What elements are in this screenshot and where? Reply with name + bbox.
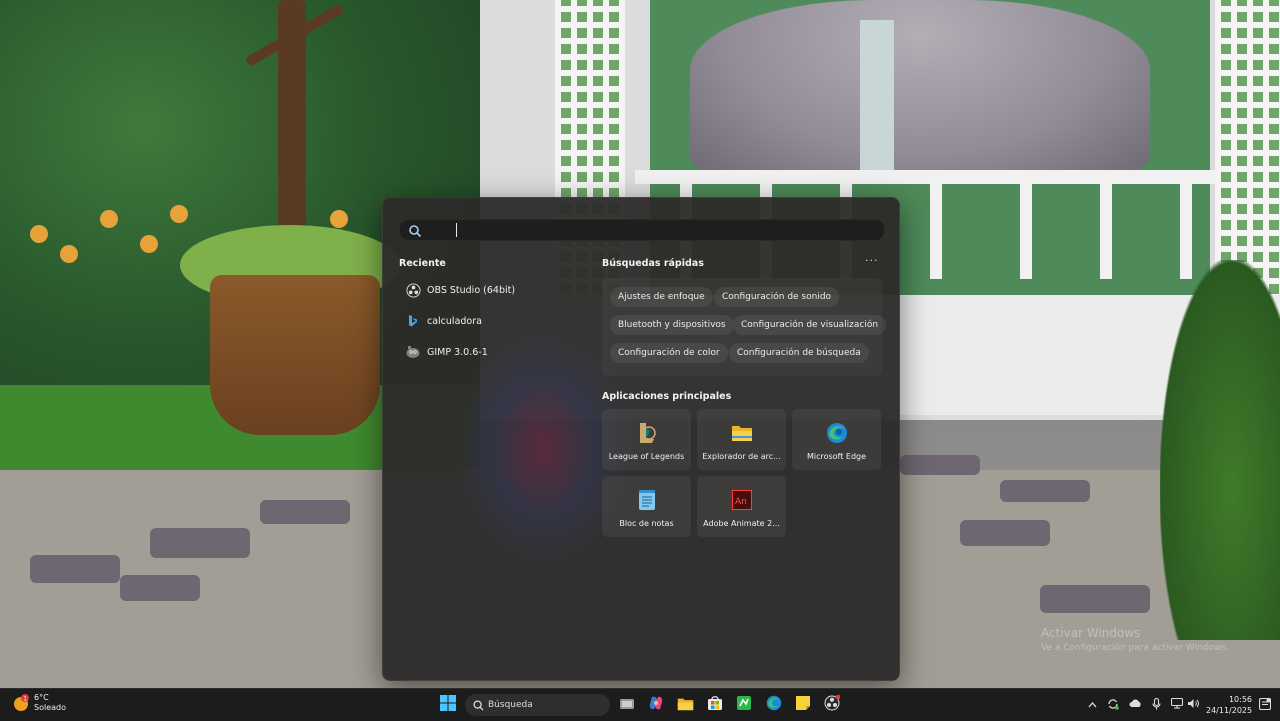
top-apps-title: Aplicaciones principales (602, 391, 732, 402)
edge-icon (766, 695, 782, 715)
app-tile-adobe-animate[interactable]: An Adobe Animate 2... (697, 476, 786, 537)
start-button[interactable] (436, 693, 460, 717)
recent-item-label: OBS Studio (64bit) (427, 284, 516, 296)
league-of-legends-icon (636, 422, 658, 444)
chip-ajustes-de-enfoque[interactable]: Ajustes de enfoque (610, 287, 713, 307)
notepad-icon (636, 489, 658, 511)
cloud-icon (1129, 699, 1142, 711)
speaker-icon (1187, 698, 1200, 712)
adobe-animate-icon: An (731, 489, 753, 511)
copilot-icon (648, 695, 664, 715)
app-tile-label: Explorador de arc... (702, 452, 781, 461)
clock[interactable]: 10:56 24/11/2025 (1206, 694, 1252, 716)
chip-configuracion-de-sonido[interactable]: Configuración de sonido (714, 287, 840, 307)
copilot-button[interactable] (644, 693, 668, 717)
search-input[interactable] (460, 221, 870, 237)
sticky-notes-icon (795, 695, 811, 715)
chip-configuracion-de-visualizacion[interactable]: Configuración de visualización (733, 315, 887, 335)
chip-configuracion-de-color[interactable]: Configuración de color (610, 343, 728, 363)
app-tile-league-of-legends[interactable]: League of Legends (602, 409, 691, 470)
recent-item-obs[interactable]: OBS Studio (64bit) (405, 279, 585, 301)
app-tile-label: Bloc de notas (619, 519, 674, 528)
svg-text:An: An (735, 497, 747, 507)
clock-time: 10:56 (1228, 695, 1252, 704)
weather-sun-icon: 1 (12, 694, 30, 712)
taskbar-search[interactable]: Búsqueda (465, 694, 610, 716)
show-hidden-icons-button[interactable] (1083, 694, 1101, 716)
sticky-notes-button[interactable] (791, 693, 815, 717)
task-view-icon (619, 696, 635, 715)
gimp-icon (405, 344, 421, 360)
watermark-subtitle: Ve a Configuración para activar Windows. (1041, 643, 1229, 653)
app-tile-microsoft-edge[interactable]: Microsoft Edge (792, 409, 881, 470)
notifications-button[interactable] (1256, 694, 1274, 716)
app-tile-file-explorer[interactable]: Explorador de arc... (697, 409, 786, 470)
taskbar-search-label: Búsqueda (488, 700, 533, 710)
quick-searches-container: Ajustes de enfoque Configuración de soni… (602, 278, 887, 376)
obs-icon (405, 282, 421, 298)
search-icon (473, 699, 484, 711)
chip-configuracion-de-busqueda[interactable]: Configuración de búsqueda (729, 343, 869, 363)
file-explorer-icon (677, 696, 694, 715)
taskbar: 1 6°C Soleado Búsqueda 10:56 24/11/2025 (0, 688, 1280, 721)
edge-icon (826, 422, 848, 444)
bing-icon (405, 313, 421, 329)
clock-date: 24/11/2025 (1206, 706, 1253, 715)
text-caret (456, 223, 457, 237)
weather-condition: Soleado (34, 703, 66, 712)
app-tile-notepad[interactable]: Bloc de notas (602, 476, 691, 537)
file-explorer-taskbar-button[interactable] (673, 693, 697, 717)
recent-item-label: GIMP 3.0.6-1 (427, 346, 488, 358)
store-button[interactable] (703, 693, 727, 717)
app-tile-label: Microsoft Edge (806, 452, 867, 461)
volume-tray-button[interactable] (1184, 694, 1202, 716)
store-icon (707, 695, 723, 715)
sync-icon (1107, 698, 1119, 713)
search-panel: Reciente OBS Studio (64bit) calculadora … (382, 197, 900, 681)
weather-widget[interactable]: 1 6°C Soleado (12, 693, 66, 713)
edge-taskbar-button[interactable] (762, 693, 786, 717)
green-app-icon (736, 695, 752, 715)
chip-bluetooth-y-dispositivos[interactable]: Bluetooth y dispositivos (610, 315, 734, 335)
chevron-up-icon (1088, 700, 1097, 711)
recent-item-label: calculadora (427, 315, 482, 327)
app-tile-label: League of Legends (608, 452, 685, 461)
file-explorer-icon (731, 422, 753, 444)
microphone-tray-button[interactable] (1147, 694, 1165, 716)
recent-item-gimp[interactable]: GIMP 3.0.6-1 (405, 341, 585, 363)
activation-watermark: Activar Windows Ve a Configuración para … (1041, 626, 1229, 653)
green-app-button[interactable] (732, 693, 756, 717)
obs-icon (824, 694, 841, 715)
task-view-button[interactable] (615, 693, 639, 717)
obs-taskbar-button[interactable] (820, 693, 844, 717)
recent-item-calculadora[interactable]: calculadora (405, 310, 585, 332)
notification-icon (1258, 697, 1272, 713)
windows-icon (440, 695, 456, 715)
app-tile-label: Adobe Animate 2... (703, 519, 780, 528)
search-icon (408, 223, 422, 238)
onedrive-tray-button[interactable] (1126, 694, 1144, 716)
search-box[interactable] (399, 219, 885, 241)
network-icon (1170, 697, 1184, 712)
recent-title: Reciente (399, 258, 446, 269)
watermark-title: Activar Windows (1041, 626, 1141, 640)
weather-badge: 1 (23, 696, 27, 703)
microphone-icon (1151, 697, 1161, 713)
more-options-button[interactable]: ··· (865, 255, 879, 266)
sync-tray-button[interactable] (1104, 694, 1122, 716)
quick-searches-title: Búsquedas rápidas (602, 258, 704, 269)
weather-temp: 6°C (34, 693, 49, 702)
